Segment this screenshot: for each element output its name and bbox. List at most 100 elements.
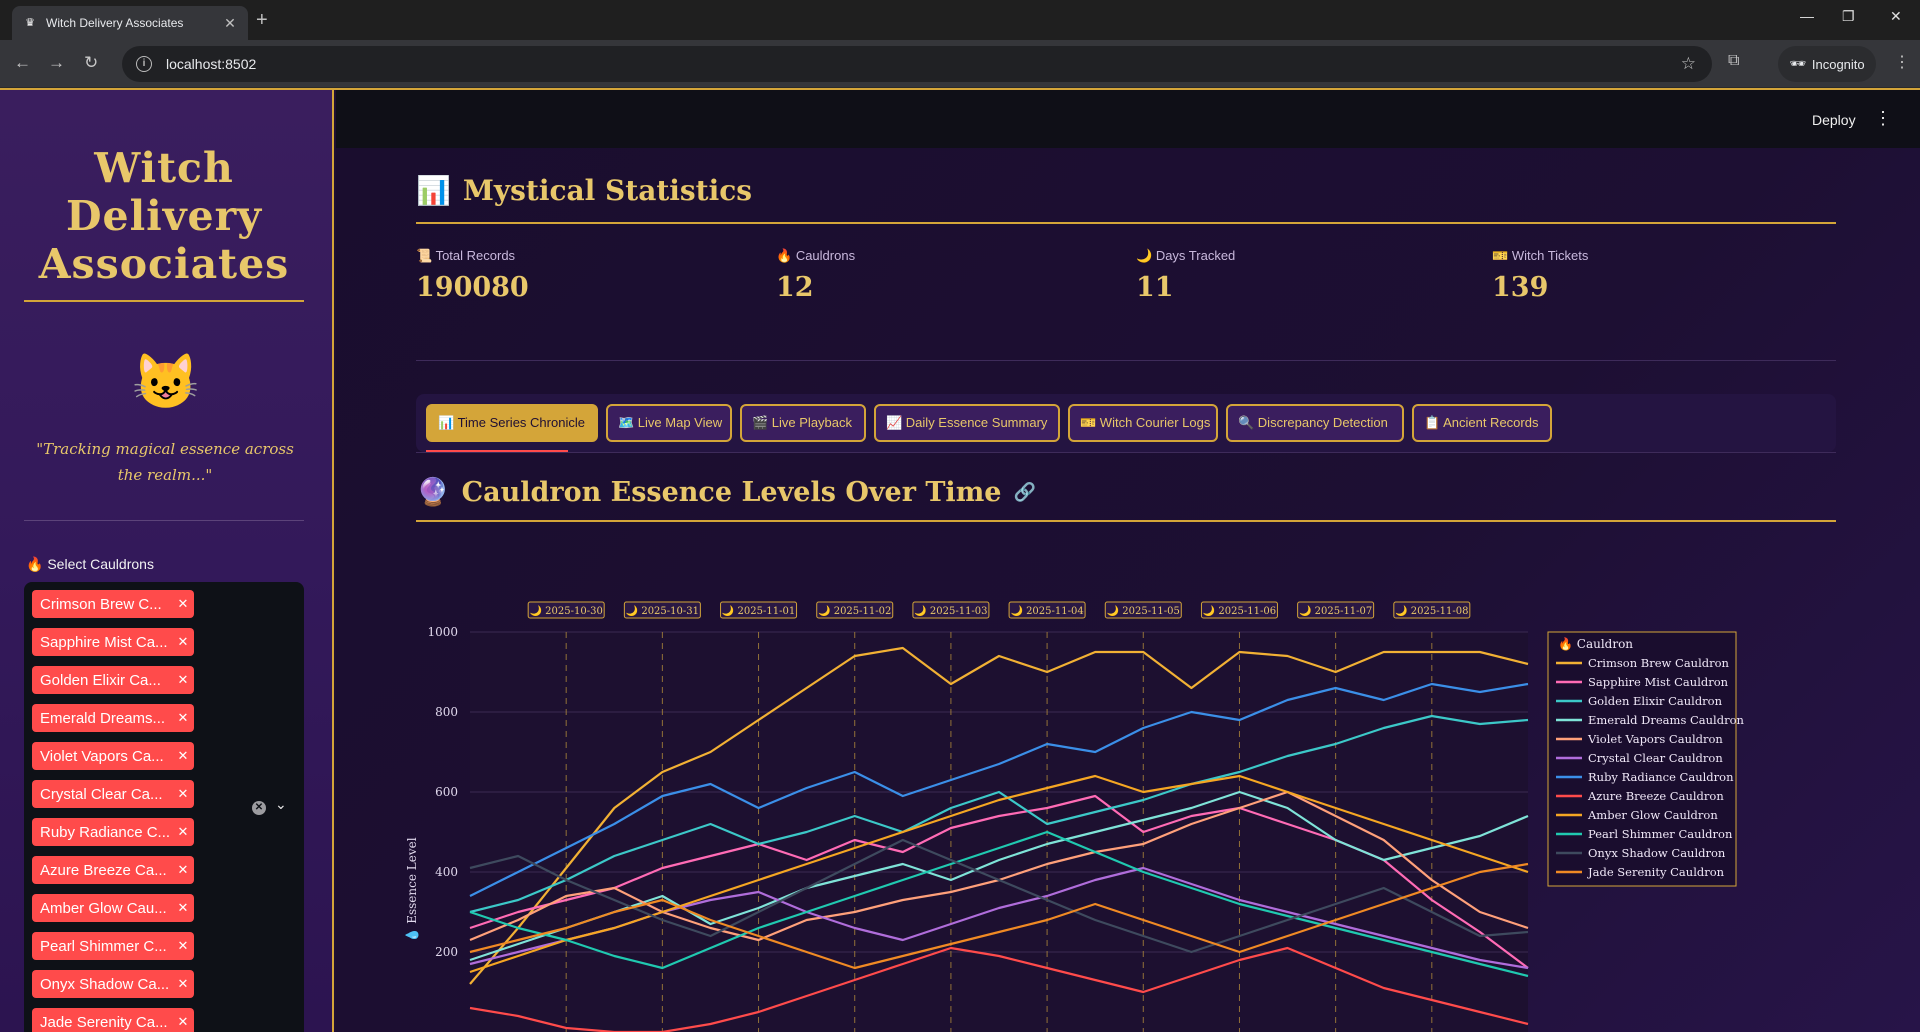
incognito-label: Incognito: [1811, 56, 1865, 72]
chevron-down-icon[interactable]: ⌄: [275, 796, 287, 813]
restore-icon[interactable]: ❐: [1842, 8, 1855, 25]
remove-chip-icon[interactable]: ✕: [172, 748, 194, 764]
cauldron-chip[interactable]: Onyx Shadow Ca... ✕: [32, 970, 194, 998]
close-window-icon[interactable]: ✕: [1890, 8, 1902, 25]
legend-item[interactable]: Pearl Shimmer Cauldron: [1588, 827, 1733, 841]
remove-chip-icon[interactable]: ✕: [172, 862, 194, 878]
legend-item[interactable]: Jade Serenity Cauldron: [1587, 865, 1725, 879]
remove-chip-icon[interactable]: ✕: [172, 1014, 194, 1030]
day-marker-label: 🌙 2025-11-02: [818, 604, 891, 617]
cauldron-multiselect[interactable]: ✕ ⌄ Crimson Brew C... ✕ Sapphire Mist Ca..…: [24, 582, 304, 1032]
remove-chip-icon[interactable]: ✕: [172, 786, 194, 802]
cauldron-chip[interactable]: Ruby Radiance C... ✕: [32, 818, 194, 846]
bar-chart-icon: 📊: [416, 174, 451, 207]
legend-item[interactable]: Onyx Shadow Cauldron: [1588, 846, 1726, 860]
chip-label: Ruby Radiance C...: [40, 823, 171, 841]
cauldron-chip[interactable]: Amber Glow Cau... ✕: [32, 894, 194, 922]
metric-days-tracked: 🌙 Days Tracked 11: [1136, 248, 1235, 303]
day-marker-label: 🌙 2025-10-30: [530, 604, 603, 617]
essence-level-chart[interactable]: 200 400 600 800 1000 💧 Essence Level 🌙 2025-10…: [400, 600, 1840, 1032]
app-menu-icon[interactable]: ⋮: [1874, 108, 1892, 129]
legend-item[interactable]: Emerald Dreams Cauldron: [1588, 713, 1745, 727]
section-divider: [416, 360, 1836, 361]
legend-item[interactable]: Violet Vapors Cauldron: [1587, 732, 1723, 746]
cauldron-chip[interactable]: Jade Serenity Ca... ✕: [32, 1008, 194, 1032]
browser-menu-icon[interactable]: ⋮: [1894, 52, 1910, 72]
bookmark-star-icon[interactable]: ☆: [1681, 54, 1696, 74]
deploy-button[interactable]: Deploy: [1812, 112, 1856, 128]
chart-divider: [416, 520, 1836, 522]
legend-item[interactable]: Amber Glow Cauldron: [1587, 808, 1718, 822]
chart-section-title: Cauldron Essence Levels Over Time: [461, 476, 1002, 508]
tab-discrepancy-detection[interactable]: 🔍 Discrepancy Detection: [1226, 404, 1404, 442]
remove-chip-icon[interactable]: ✕: [172, 672, 194, 688]
metric-value: 12: [776, 272, 814, 303]
remove-chip-icon[interactable]: ✕: [172, 634, 194, 650]
forward-icon[interactable]: →: [48, 53, 65, 73]
cauldron-chip[interactable]: Azure Breeze Ca... ✕: [32, 856, 194, 884]
remove-chip-icon[interactable]: ✕: [172, 976, 194, 992]
remove-chip-icon[interactable]: ✕: [172, 824, 194, 840]
tagline-line: the realm...": [117, 466, 213, 484]
tab-daily-essence-summary[interactable]: 📈 Daily Essence Summary: [874, 404, 1060, 442]
cauldron-chip[interactable]: Pearl Shimmer C... ✕: [32, 932, 194, 960]
chip-label: Crystal Clear Ca...: [40, 785, 163, 803]
legend-item[interactable]: Sapphire Mist Cauldron: [1588, 675, 1729, 689]
site-info-icon[interactable]: i: [136, 56, 152, 72]
day-marker-label: 🌙 2025-11-01: [722, 604, 795, 617]
browser-tab[interactable]: ♛ Witch Delivery Associates ✕: [12, 6, 248, 40]
clear-all-icon[interactable]: ✕: [252, 801, 266, 815]
ticket-icon: 🎫: [1492, 248, 1509, 263]
legend-item[interactable]: Ruby Radiance Cauldron: [1588, 770, 1734, 784]
chart-heading: 🔮 Cauldron Essence Levels Over Time 🔗: [416, 476, 1036, 509]
metric-cauldrons: 🔥 Cauldrons 12: [776, 248, 855, 303]
new-tab-icon[interactable]: +: [256, 10, 268, 30]
day-marker-label: 🌙 2025-11-07: [1299, 604, 1372, 617]
chip-label: Emerald Dreams...: [40, 709, 166, 727]
close-tab-icon[interactable]: ✕: [222, 15, 238, 32]
back-icon[interactable]: ←: [14, 53, 31, 73]
address-bar[interactable]: i localhost:8502 ☆: [122, 46, 1712, 82]
browser-toolbar: ← → ↻ i localhost:8502 ☆ ⧉ 🕶 Incognito ⋮: [0, 40, 1920, 88]
cauldron-chip[interactable]: Emerald Dreams... ✕: [32, 704, 194, 732]
cast-icon[interactable]: ⧉: [1728, 52, 1739, 70]
cauldron-chip[interactable]: Violet Vapors Ca... ✕: [32, 742, 194, 770]
remove-chip-icon[interactable]: ✕: [172, 596, 194, 612]
y-axis-title: 💧 Essence Level: [405, 837, 419, 942]
remove-chip-icon[interactable]: ✕: [172, 900, 194, 916]
minimize-icon[interactable]: —: [1800, 8, 1814, 24]
remove-chip-icon[interactable]: ✕: [172, 710, 194, 726]
legend-item[interactable]: Crimson Brew Cauldron: [1588, 656, 1730, 670]
tab-live-map-view[interactable]: 🗺️ Live Map View: [606, 404, 732, 442]
cauldron-chip[interactable]: Crimson Brew C... ✕: [32, 590, 194, 618]
tab-time-series-chronicle[interactable]: 📊 Time Series Chronicle: [426, 404, 598, 442]
chip-label: Pearl Shimmer C...: [40, 937, 167, 955]
cat-mascot-icon: 😺: [132, 352, 200, 412]
legend-item[interactable]: Golden Elixir Cauldron: [1588, 694, 1723, 708]
select-label-text: Select Cauldrons: [47, 556, 154, 572]
tab-bar: 📊 Time Series Chronicle 🗺️ Live Map View 🎬…: [416, 394, 1836, 452]
incognito-badge[interactable]: 🕶 Incognito: [1778, 46, 1876, 82]
brand-line: Delivery: [65, 192, 263, 240]
y-tick-label: 400: [435, 865, 458, 879]
legend-item[interactable]: Crystal Clear Cauldron: [1588, 751, 1723, 765]
metric-value: 11: [1136, 272, 1174, 303]
remove-chip-icon[interactable]: ✕: [172, 938, 194, 954]
tab-live-playback[interactable]: 🎬 Live Playback: [740, 404, 866, 442]
cauldron-chip[interactable]: Sapphire Mist Ca... ✕: [32, 628, 194, 656]
legend-item[interactable]: Azure Breeze Cauldron: [1587, 789, 1724, 803]
brand-title: Witch Delivery Associates: [24, 144, 304, 288]
cauldron-chip[interactable]: Golden Elixir Ca... ✕: [32, 666, 194, 694]
reload-icon[interactable]: ↻: [84, 53, 98, 73]
sidebar-divider: [24, 520, 304, 521]
stats-divider: [416, 222, 1836, 224]
tab-witch-courier-logs[interactable]: 🎫 Witch Courier Logs: [1068, 404, 1218, 442]
metric-label: Total Records: [435, 248, 516, 263]
anchor-link-icon[interactable]: 🔗: [1013, 482, 1035, 503]
y-tick-label: 600: [435, 785, 458, 799]
app-header: Deploy ⋮: [336, 90, 1920, 148]
chip-label: Onyx Shadow Ca...: [40, 975, 170, 993]
tab-ancient-records[interactable]: 📋 Ancient Records: [1412, 404, 1552, 442]
day-marker-label: 🌙 2025-11-08: [1395, 604, 1468, 617]
cauldron-chip[interactable]: Crystal Clear Ca... ✕: [32, 780, 194, 808]
